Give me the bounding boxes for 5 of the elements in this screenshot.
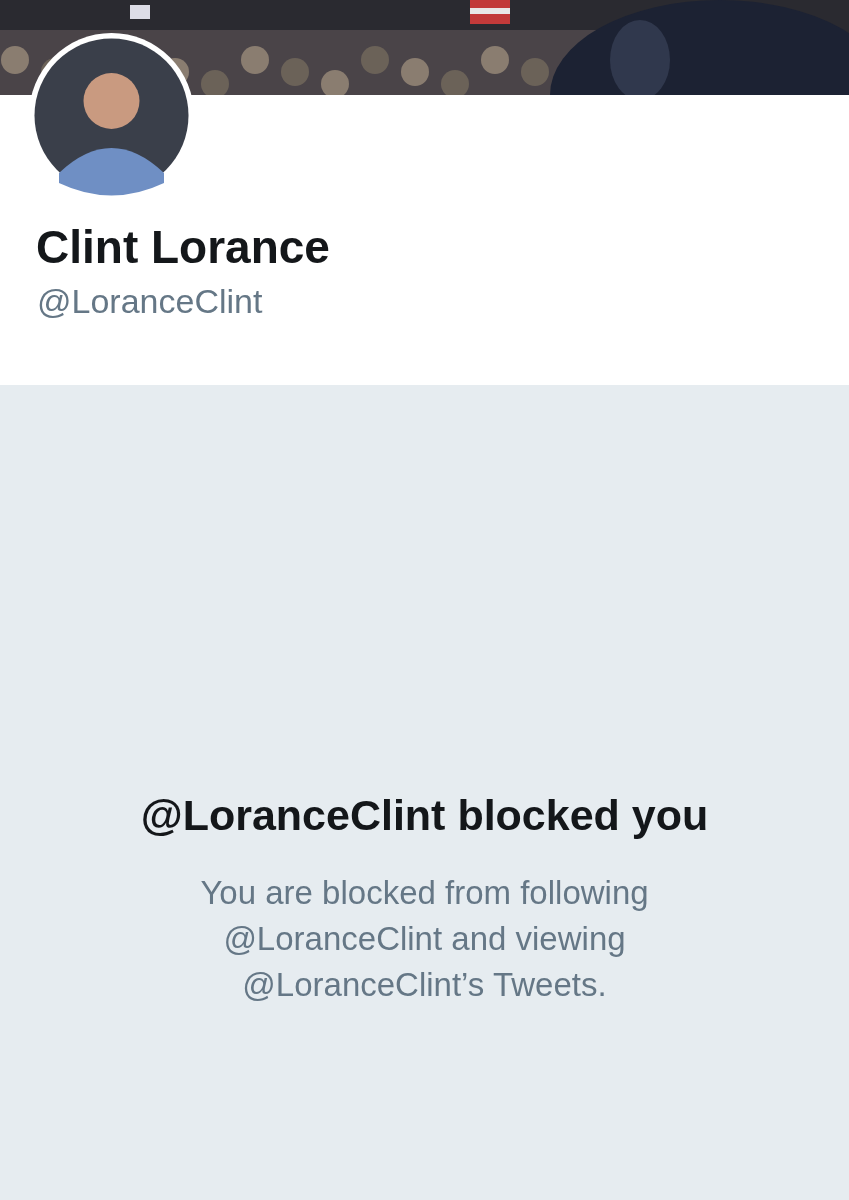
profile-handle: @LoranceClint — [37, 281, 264, 322]
profile-name: Clint Lorance — [36, 220, 331, 275]
blocked-title: @LoranceClint blocked you — [139, 790, 710, 841]
avatar[interactable] — [29, 33, 194, 198]
blocked-message: You are blocked from following @LoranceClint and viewing @LoranceClint’s Tweets. — [199, 873, 650, 1005]
